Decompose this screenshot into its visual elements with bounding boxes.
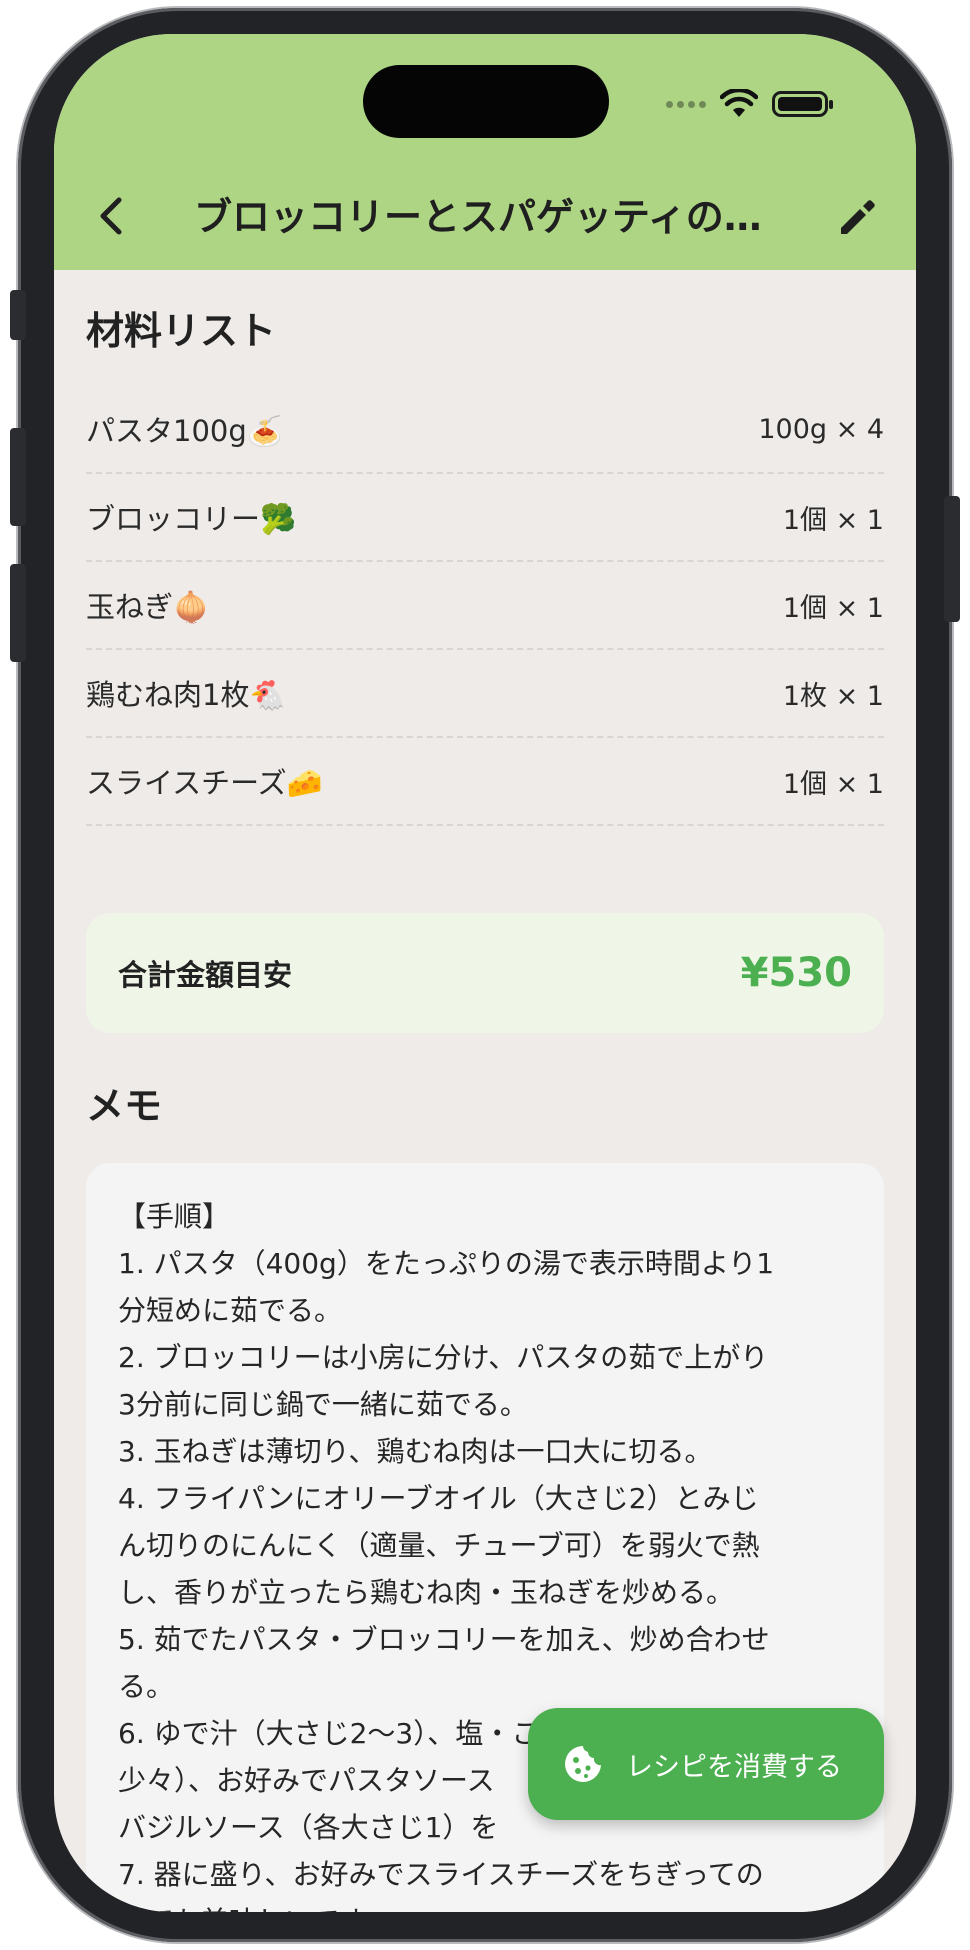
ingredient-row: 玉ねぎ🧅 1個 × 1	[86, 562, 884, 650]
ingredient-quantity: 1枚 × 1	[782, 680, 884, 712]
ingredient-name: 玉ねぎ🧅	[86, 590, 210, 624]
ingredient-name: スライスチーズ🧀	[86, 766, 323, 800]
ingredient-name: パスタ100g🍝	[86, 414, 283, 448]
memo-line: 分短めに茹でる。	[118, 1294, 343, 1327]
ingredient-list: パスタ100g🍝 100g × 4 ブロッコリー🥦 1個 × 1 玉ねぎ🧅 1個…	[86, 386, 884, 826]
battery-icon	[772, 91, 833, 117]
ingredient-quantity: 1個 × 1	[782, 504, 884, 536]
power-button	[944, 496, 960, 622]
memo-line: る。	[118, 1670, 175, 1703]
volume-up-button	[10, 428, 26, 526]
memo-line: 5. 茹でたパスタ・ブロッコリーを加え、炒め合わせ	[118, 1623, 770, 1656]
memo-line: 4. フライパンにオリーブオイル（大さじ2）とみじ	[118, 1482, 759, 1515]
ingredients-heading: 材料リスト	[86, 309, 277, 353]
pencil-icon	[841, 200, 875, 234]
back-button[interactable]	[84, 188, 140, 244]
app-bar: ブロッコリーとスパゲッティの…	[54, 34, 916, 270]
consume-recipe-button[interactable]: レシピを消費する	[528, 1708, 884, 1820]
memo-line: 3. 玉ねぎは薄切り、鶏むね肉は一口大に切る。	[118, 1435, 713, 1468]
ingredient-row: ブロッコリー🥦 1個 × 1	[86, 474, 884, 562]
memo-line: 1. パスタ（400g）をたっぷりの湯で表示時間より1	[118, 1247, 775, 1280]
total-price-card: 合計金額目安 ¥530	[86, 913, 884, 1033]
memo-line: 7. 器に盛り、お好みでスライスチーズをちぎっての	[118, 1858, 764, 1891]
ingredient-row: スライスチーズ🧀 1個 × 1	[86, 738, 884, 826]
memo-line: 3分前に同じ鍋で一緒に茹でる。	[118, 1388, 528, 1421]
memo-line: ん切りのにんにく（適量、チューブ可）を弱火で熱	[118, 1529, 760, 1562]
memo-line: 【手順】	[118, 1200, 231, 1233]
chevron-left-icon	[100, 197, 122, 235]
consume-recipe-label: レシピを消費する	[626, 1751, 842, 1783]
edit-button[interactable]	[829, 190, 885, 246]
ingredient-row: パスタ100g🍝 100g × 4	[86, 386, 884, 474]
total-price-value: ¥530	[740, 950, 852, 996]
ingredient-quantity: 1個 × 1	[782, 592, 884, 624]
ingredient-quantity: 100g × 4	[758, 413, 884, 445]
cookie-icon	[565, 1746, 601, 1782]
ingredient-quantity: 1個 × 1	[782, 768, 884, 800]
app-screen: ブロッコリーとスパゲッティの… 材料リスト パスタ100g🍝 100g × 4 …	[54, 34, 916, 1912]
memo-line: 2. ブロッコリーは小房に分け、パスタの茹で上がり	[118, 1341, 769, 1374]
memo-line: せても美味しいです。	[118, 1898, 852, 1912]
ingredient-name: 鶏むね肉1枚🐔	[86, 678, 286, 712]
dynamic-island	[363, 65, 609, 138]
total-price-label: 合計金額目安	[118, 958, 293, 992]
memo-line: し、香りが立ったら鶏むね肉・玉ねぎを炒める。	[118, 1576, 735, 1609]
action-button	[10, 290, 26, 340]
volume-down-button	[10, 564, 26, 662]
page-title: ブロッコリーとスパゲッティの…	[194, 195, 762, 239]
cellular-signal-icon	[666, 100, 706, 108]
ingredient-name: ブロッコリー🥦	[86, 502, 297, 536]
ingredient-row: 鶏むね肉1枚🐔 1枚 × 1	[86, 650, 884, 738]
status-bar-indicators	[666, 84, 833, 124]
memo-heading: メモ	[86, 1084, 163, 1128]
wifi-icon	[720, 89, 758, 117]
